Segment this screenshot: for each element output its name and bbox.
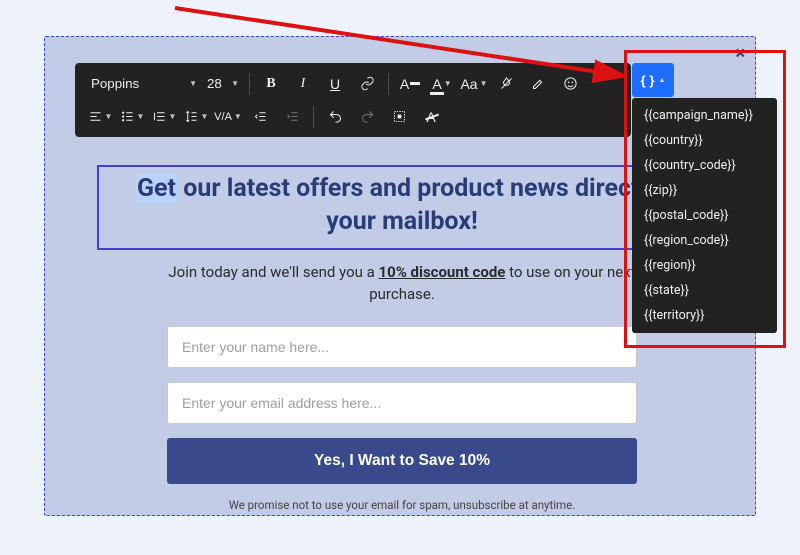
line-height-icon [184, 109, 199, 124]
font-color-button[interactable]: A [395, 70, 425, 98]
font-size-select[interactable]: 28▼ [205, 71, 243, 97]
select-all-icon [392, 109, 407, 124]
headline-text[interactable]: Get our latest offers and product news d… [109, 173, 695, 238]
merge-tag-option[interactable]: {{territory}} [632, 303, 777, 328]
ordered-list-button[interactable]: ▼ [149, 103, 179, 131]
headline-selection-frame[interactable]: Get our latest offers and product news d… [97, 165, 707, 250]
merge-tag-option[interactable]: {{region_code}} [632, 228, 777, 253]
toolbar-row-1: Poppins▼ 28▼ B I U A A▼ Aa▼ [85, 67, 621, 100]
merge-tag-option[interactable]: {{country}} [632, 128, 777, 153]
headline-rest: our latest offers and product news direc… [177, 174, 668, 236]
undo-icon [328, 109, 343, 124]
outdent-icon [253, 109, 268, 124]
headline-selected-word: Get [136, 174, 177, 203]
highlight-color-button[interactable]: A▼ [427, 70, 457, 98]
link-icon [360, 76, 375, 91]
clear-color-button[interactable] [491, 70, 521, 98]
link-button[interactable] [352, 70, 382, 98]
merge-tag-option[interactable]: {{campaign_name}} [632, 103, 777, 128]
subheadline[interactable]: Join today and we'll send you a 10% disc… [137, 262, 667, 306]
undo-button[interactable] [320, 103, 350, 131]
no-color-icon [499, 76, 514, 91]
vertical-align-button[interactable]: V/A▼ [213, 103, 243, 131]
indent-icon [285, 109, 300, 124]
braces-icon: { } [640, 73, 654, 88]
merge-tag-option[interactable]: {{country_code}} [632, 153, 777, 178]
separator [313, 106, 314, 128]
text-case-button[interactable]: Aa▼ [459, 70, 489, 98]
indent-list-icon [152, 109, 167, 124]
toolbar-row-2: ▼ ▼ ▼ ▼ V/A▼ A [85, 100, 621, 133]
submit-button[interactable]: Yes, I Want to Save 10% [167, 438, 637, 484]
list-button[interactable]: ▼ [117, 103, 147, 131]
subhead-discount: 10% discount code [379, 263, 506, 281]
emoji-icon [563, 76, 578, 91]
emoji-button[interactable] [555, 70, 585, 98]
select-all-button[interactable] [384, 103, 414, 131]
redo-button[interactable] [352, 103, 382, 131]
separator [388, 73, 389, 95]
merge-tags-button[interactable]: { }▲ [632, 63, 674, 97]
font-family-select[interactable]: Poppins▼ [85, 71, 203, 97]
clear-formatting-button[interactable]: A [416, 103, 446, 131]
merge-tags-dropdown: {{campaign_name}} {{country}} {{country_… [632, 98, 777, 333]
merge-tag-option[interactable]: {{state}} [632, 278, 777, 303]
brush-icon [531, 76, 546, 91]
subhead-pre: Join today and we'll send you a [168, 263, 378, 281]
fineprint-text: We promise not to use your email for spa… [97, 498, 707, 512]
underline-button[interactable]: U [320, 70, 350, 98]
redo-icon [360, 109, 375, 124]
italic-button[interactable]: I [288, 70, 318, 98]
bullet-list-icon [120, 109, 135, 124]
name-input[interactable] [167, 326, 637, 368]
merge-tag-option[interactable]: {{zip}} [632, 178, 777, 203]
separator [249, 73, 250, 95]
bold-button[interactable]: B [256, 70, 286, 98]
brush-button[interactable] [523, 70, 553, 98]
align-left-icon [88, 109, 103, 124]
outdent-button[interactable] [245, 103, 275, 131]
line-height-button[interactable]: ▼ [181, 103, 211, 131]
rich-text-toolbar: Poppins▼ 28▼ B I U A A▼ Aa▼ ▼ ▼ ▼ [75, 63, 631, 137]
merge-tag-option[interactable]: {{postal_code}} [632, 203, 777, 228]
indent-button[interactable] [277, 103, 307, 131]
close-icon[interactable]: × [735, 43, 745, 64]
align-button[interactable]: ▼ [85, 103, 115, 131]
merge-tag-option[interactable]: {{region}} [632, 253, 777, 278]
email-input[interactable] [167, 382, 637, 424]
popup-content: Get our latest offers and product news d… [97, 165, 707, 512]
